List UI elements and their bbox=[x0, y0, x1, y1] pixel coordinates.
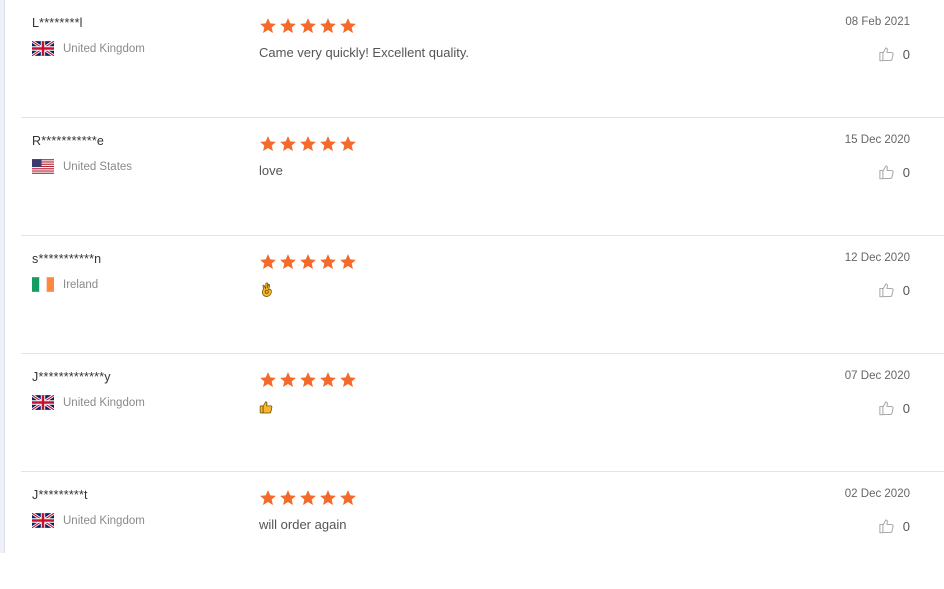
review-text: will order again bbox=[259, 517, 347, 532]
review-date: 15 Dec 2020 bbox=[844, 134, 910, 146]
review-text bbox=[259, 399, 274, 415]
review-item: R***********e United States love 15 Dec … bbox=[21, 118, 944, 236]
ok-hand-emoji-icon bbox=[261, 282, 272, 297]
reviewer-country: United Kingdom bbox=[32, 513, 145, 528]
star-icon bbox=[260, 254, 276, 269]
star-rating bbox=[259, 17, 357, 35]
star-icon bbox=[300, 254, 316, 269]
star-rating bbox=[259, 489, 357, 507]
star-icon bbox=[280, 136, 296, 151]
helpful-button[interactable]: 0 bbox=[878, 281, 910, 299]
helpful-button[interactable]: 0 bbox=[878, 517, 910, 535]
review-item: J*********t United Kingdom will order ag… bbox=[21, 472, 944, 589]
reviewer-country: United Kingdom bbox=[32, 41, 145, 56]
reviewer-name: J*********t bbox=[32, 488, 88, 502]
star-rating bbox=[259, 371, 357, 389]
review-item: L********l United Kingdom Came very quic… bbox=[21, 0, 944, 118]
thumbs-up-icon[interactable] bbox=[878, 45, 896, 63]
star-icon bbox=[300, 136, 316, 151]
star-icon bbox=[320, 490, 336, 505]
star-icon bbox=[280, 254, 296, 269]
review-list: L********l United Kingdom Came very quic… bbox=[21, 0, 944, 589]
review-date: 08 Feb 2021 bbox=[845, 16, 910, 28]
country-name: United Kingdom bbox=[63, 396, 145, 409]
helpful-button[interactable]: 0 bbox=[878, 45, 910, 63]
star-icon bbox=[300, 490, 316, 505]
uk-flag-icon bbox=[32, 513, 54, 528]
helpful-button[interactable]: 0 bbox=[878, 163, 910, 181]
helpful-count: 0 bbox=[902, 282, 910, 298]
helpful-count: 0 bbox=[902, 400, 910, 416]
helpful-count: 0 bbox=[902, 46, 910, 62]
star-icon bbox=[340, 136, 356, 151]
star-icon bbox=[260, 372, 276, 387]
review-text: Came very quickly! Excellent quality. bbox=[259, 45, 470, 60]
review-text bbox=[259, 281, 274, 297]
reviewer-country: United States bbox=[32, 159, 132, 174]
star-rating bbox=[259, 253, 357, 271]
star-icon bbox=[280, 372, 296, 387]
thumbs-up-icon[interactable] bbox=[878, 281, 896, 299]
reviewer-country: Ireland bbox=[32, 277, 98, 292]
star-rating bbox=[259, 135, 357, 153]
thumbs-up-emoji-icon bbox=[259, 401, 273, 414]
helpful-button[interactable]: 0 bbox=[878, 399, 910, 417]
country-name: United Kingdom bbox=[63, 514, 145, 527]
country-name: Ireland bbox=[63, 278, 99, 291]
review-date: 02 Dec 2020 bbox=[844, 488, 910, 500]
thumbs-up-icon[interactable] bbox=[878, 517, 896, 535]
ireland-flag-icon bbox=[32, 277, 54, 292]
review-date: 07 Dec 2020 bbox=[844, 370, 910, 382]
star-icon bbox=[320, 136, 336, 151]
star-icon bbox=[320, 372, 336, 387]
star-icon bbox=[340, 490, 356, 505]
star-icon bbox=[340, 372, 356, 387]
reviewer-name: J*************y bbox=[32, 370, 111, 384]
review-date: 12 Dec 2020 bbox=[844, 252, 910, 264]
reviewer-name: L********l bbox=[32, 16, 83, 30]
uk-flag-icon bbox=[32, 395, 54, 410]
star-icon bbox=[320, 18, 336, 33]
country-name: United Kingdom bbox=[63, 42, 145, 55]
star-icon bbox=[300, 372, 316, 387]
reviewer-name: R***********e bbox=[32, 134, 105, 148]
star-icon bbox=[300, 18, 316, 33]
star-icon bbox=[260, 490, 276, 505]
thumbs-up-icon[interactable] bbox=[878, 163, 896, 181]
country-name: United States bbox=[63, 160, 133, 173]
star-icon bbox=[260, 18, 276, 33]
thumbs-up-icon[interactable] bbox=[878, 399, 896, 417]
review-text: love bbox=[259, 163, 283, 178]
helpful-count: 0 bbox=[902, 518, 910, 534]
left-edge-rule bbox=[0, 0, 5, 553]
us-flag-icon bbox=[32, 159, 54, 174]
uk-flag-icon bbox=[32, 41, 54, 56]
star-icon bbox=[340, 254, 356, 269]
review-item: J*************y United Kingdom 07 Dec 20… bbox=[21, 354, 944, 472]
review-item: s***********n Ireland 12 Dec 2020 0 bbox=[21, 236, 944, 354]
star-icon bbox=[260, 136, 276, 151]
star-icon bbox=[320, 254, 336, 269]
helpful-count: 0 bbox=[902, 164, 910, 180]
reviewer-country: United Kingdom bbox=[32, 395, 145, 410]
reviewer-name: s***********n bbox=[32, 252, 102, 266]
star-icon bbox=[280, 490, 296, 505]
star-icon bbox=[340, 18, 356, 33]
star-icon bbox=[280, 18, 296, 33]
